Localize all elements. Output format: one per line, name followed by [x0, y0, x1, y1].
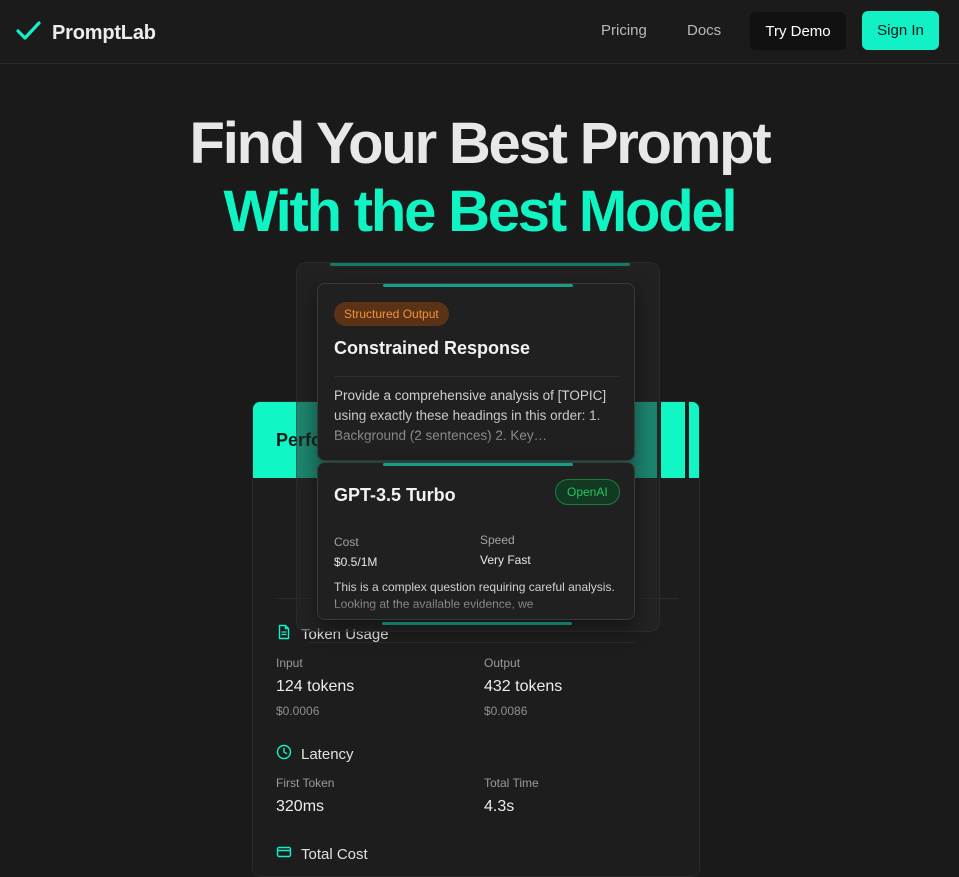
fade-overlay — [318, 591, 634, 619]
fade-overlay — [318, 414, 634, 460]
top-navigation: PromptLab Pricing Docs Try Demo Sign In — [0, 0, 959, 64]
hero-subheadline: With the Best Model — [223, 179, 738, 244]
latency-title: Latency — [301, 745, 354, 763]
total-time-value: 4.3s — [484, 798, 515, 815]
first-token-value: 320ms — [276, 798, 325, 815]
hero-headline: Find Your Best Prompt — [189, 111, 771, 176]
first-token-label: First Token — [276, 776, 335, 790]
total-cost-heading: Total Cost — [276, 844, 368, 864]
latency-heading: Latency — [276, 744, 354, 764]
brand-logo[interactable]: PromptLab — [16, 18, 156, 48]
output-cost: $0.0086 — [484, 704, 528, 718]
input-value: 124 tokens — [276, 678, 355, 695]
divider — [334, 376, 620, 377]
sign-in-button[interactable]: Sign In — [862, 11, 939, 50]
provider-badge: OpenAI — [555, 479, 620, 505]
glow-line — [383, 463, 573, 466]
checkmark-icon — [16, 18, 41, 48]
try-demo-button[interactable]: Try Demo — [750, 12, 846, 50]
header-stripe — [685, 402, 689, 478]
nav-link-pricing[interactable]: Pricing — [601, 22, 647, 39]
glow-line — [382, 622, 572, 625]
input-cost: $0.0006 — [276, 704, 320, 718]
prompt-card[interactable]: Structured Output Constrained Response P… — [317, 283, 635, 461]
divider — [307, 642, 635, 643]
total-cost-title: Total Cost — [301, 845, 368, 863]
clock-icon — [276, 744, 301, 764]
glow-line — [383, 284, 573, 287]
speed-label: Speed — [480, 533, 515, 547]
output-value: 432 tokens — [484, 678, 563, 695]
cost-label: Cost — [334, 535, 359, 549]
cost-value: $0.5/1M — [334, 555, 378, 569]
prompt-title: Constrained Response — [334, 338, 531, 358]
input-label: Input — [276, 656, 303, 670]
brand-name: PromptLab — [52, 21, 156, 44]
model-name: GPT-3.5 Turbo — [334, 485, 456, 505]
nav-link-docs[interactable]: Docs — [687, 22, 721, 39]
credit-card-icon — [276, 844, 301, 864]
glow-line — [330, 263, 630, 266]
model-card[interactable]: GPT-3.5 Turbo OpenAI Cost $0.5/1M Speed … — [317, 462, 635, 620]
total-time-label: Total Time — [484, 776, 539, 790]
output-label: Output — [484, 656, 521, 670]
speed-value: Very Fast — [480, 553, 531, 567]
structured-output-badge: Structured Output — [334, 302, 449, 326]
